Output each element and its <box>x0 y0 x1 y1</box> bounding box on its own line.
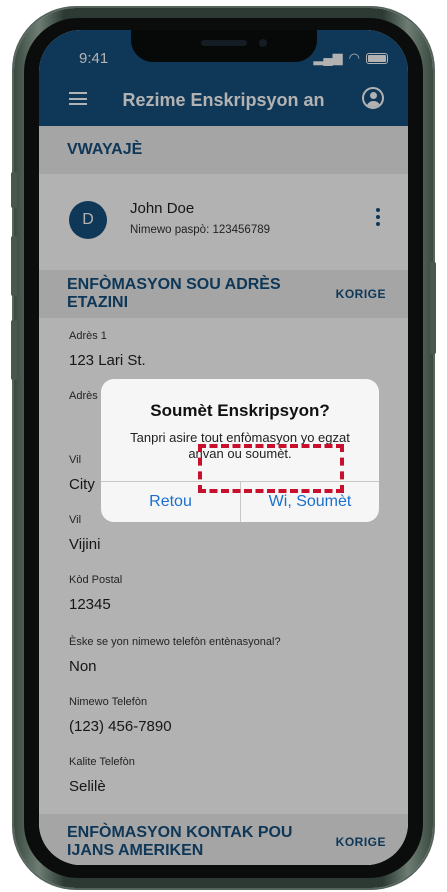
volume-up-button <box>11 236 17 296</box>
power-button <box>430 262 436 354</box>
confirm-button-highlight <box>198 444 344 493</box>
volume-down-button <box>11 320 17 380</box>
mute-switch <box>11 172 17 208</box>
dialog-title: Soumèt Enskripsyon? <box>150 401 330 420</box>
